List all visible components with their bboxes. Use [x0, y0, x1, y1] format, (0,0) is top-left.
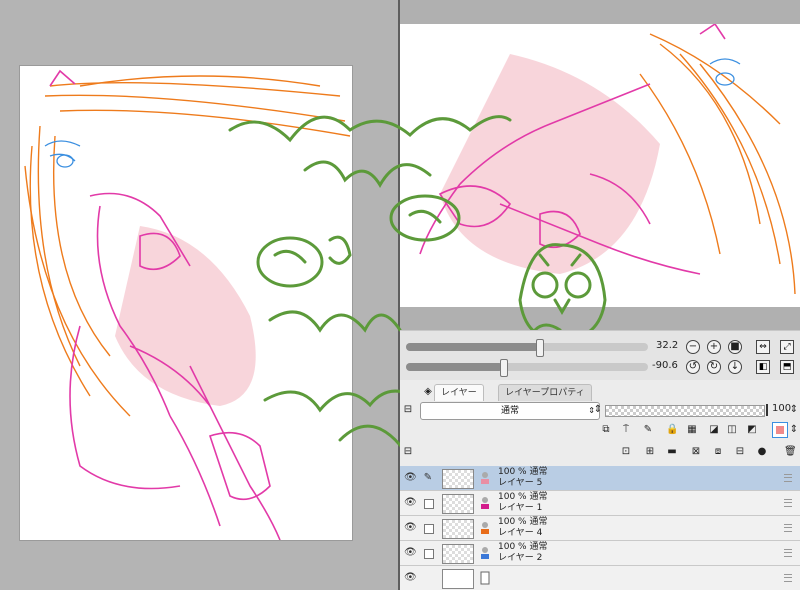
- blend-mode-select[interactable]: 通常 ⇕: [420, 402, 600, 420]
- rotation-slider-fill: [406, 363, 503, 371]
- pen-icon: ✎: [423, 472, 433, 483]
- navigator-panel: 32.2 − + ■ ⇔ ⤢ -90.6 ↺ ↻ ↓ ◧ ⬒: [400, 330, 800, 381]
- flip-horizontal-button[interactable]: ◧: [756, 360, 770, 374]
- flip-button[interactable]: ⇔: [756, 340, 770, 354]
- drag-handle-icon[interactable]: [784, 474, 792, 482]
- layer-meta: 100 % 通常: [498, 517, 548, 527]
- opacity-stepper-icon[interactable]: ⇕: [788, 404, 800, 416]
- layer-row[interactable]: 👁: [400, 566, 800, 590]
- create-mask-icon[interactable]: ●: [756, 446, 768, 458]
- drag-handle-icon[interactable]: [784, 549, 792, 557]
- merge-visible-icon[interactable]: ⊟: [734, 446, 746, 458]
- mask-enable-icon[interactable]: ◪: [708, 424, 720, 436]
- draft-layer-icon[interactable]: ✎: [642, 424, 654, 436]
- rotation-slider-knob[interactable]: [499, 359, 508, 377]
- rotation-slider[interactable]: [406, 359, 648, 377]
- layer-thumbnail: [442, 494, 474, 514]
- layers-panel: ◈ レイヤー レイヤープロパティ ⊟ 通常 ⇕ ⇕ 100 ⇕ ⧉ ⍑ ✎ 🔒 …: [400, 380, 800, 590]
- layer-color-swatch-icon[interactable]: [772, 422, 788, 438]
- zoom-out-button[interactable]: −: [686, 340, 700, 354]
- layer-color-icon: [480, 470, 490, 484]
- lock-icon[interactable]: 🔒: [666, 424, 678, 436]
- rotation-value[interactable]: -90.6: [652, 360, 678, 371]
- paper-layer-icon: [480, 570, 490, 585]
- layer-meta: 100 % 通常: [498, 467, 548, 477]
- blend-mode-icon: ⊟: [403, 404, 413, 415]
- stepper-arrows-icon[interactable]: ⇕: [592, 404, 604, 416]
- eye-icon[interactable]: 👁: [404, 472, 417, 484]
- zoom-slider[interactable]: [406, 339, 648, 357]
- layer-select-checkbox[interactable]: [424, 499, 434, 509]
- trash-icon[interactable]: 🗑: [784, 446, 797, 458]
- tab-layers[interactable]: レイヤー: [434, 384, 484, 401]
- new-folder-icon[interactable]: ▬: [666, 446, 678, 458]
- zoom-value[interactable]: 32.2: [656, 340, 678, 351]
- layer-meta: 100 % 通常: [498, 542, 548, 552]
- flip-vertical-button[interactable]: ⬒: [780, 360, 794, 374]
- layer-row[interactable]: 👁 100 % 通常 レイヤー 1: [400, 491, 800, 516]
- eye-icon[interactable]: 👁: [404, 497, 417, 509]
- layer-thumbnail: [442, 544, 474, 564]
- rotate-right-button[interactable]: ↻: [707, 360, 721, 374]
- fullscreen-button[interactable]: ⤢: [780, 340, 794, 354]
- layer-panel-icon: ◈: [424, 386, 432, 397]
- zoom-in-button[interactable]: +: [707, 340, 721, 354]
- layer-name[interactable]: レイヤー 4: [498, 528, 542, 539]
- merge-down-icon[interactable]: ⧈: [712, 446, 724, 458]
- drag-handle-icon[interactable]: [784, 574, 792, 582]
- transfer-down-icon[interactable]: ⊠: [690, 446, 702, 458]
- ruler-layer-icon[interactable]: ◫: [726, 424, 738, 436]
- rotate-left-button[interactable]: ↺: [686, 360, 700, 374]
- layer-meta: 100 % 通常: [498, 492, 548, 502]
- eye-icon[interactable]: 👁: [404, 547, 417, 559]
- eye-icon[interactable]: 👁: [404, 522, 417, 534]
- zoom-slider-knob[interactable]: [536, 339, 545, 357]
- clip-layer-icon[interactable]: ⧉: [600, 424, 612, 436]
- layer-select-checkbox[interactable]: [424, 549, 434, 559]
- panel-menu-icon[interactable]: ⊟: [402, 446, 414, 458]
- layer-row[interactable]: 👁 100 % 通常 レイヤー 2: [400, 541, 800, 566]
- new-raster-layer-icon[interactable]: ⊡: [620, 446, 632, 458]
- layer-name[interactable]: レイヤー 1: [498, 503, 542, 514]
- layer-row[interactable]: 👁 ✎ 100 % 通常 レイヤー 5: [400, 466, 800, 491]
- blend-mode-value: 通常: [500, 406, 519, 416]
- tab-layer-properties[interactable]: レイヤープロパティ: [498, 384, 592, 401]
- layer-thumbnail: [442, 469, 474, 489]
- layer-color-stepper-icon[interactable]: ⇕: [788, 424, 800, 436]
- new-vector-layer-icon[interactable]: ⊞: [644, 446, 656, 458]
- layer-color-icon[interactable]: ◩: [746, 424, 758, 436]
- fit-screen-button[interactable]: ■: [728, 340, 742, 354]
- zoom-slider-fill: [406, 343, 540, 351]
- drag-handle-icon[interactable]: [784, 499, 792, 507]
- opacity-slider[interactable]: [605, 405, 765, 417]
- drag-handle-icon[interactable]: [784, 524, 792, 532]
- lock-transparency-icon[interactable]: ▦: [686, 424, 698, 436]
- opacity-slider-knob[interactable]: [766, 404, 768, 416]
- layer-color-icon: [480, 545, 490, 559]
- layer-select-checkbox[interactable]: [424, 524, 434, 534]
- layer-color-icon: [480, 495, 490, 509]
- layer-color-icon: [480, 520, 490, 534]
- reference-layer-icon[interactable]: ⍑: [620, 424, 632, 436]
- layer-name[interactable]: レイヤー 5: [498, 478, 542, 489]
- swatch-fill: [776, 426, 784, 434]
- layer-thumbnail: [442, 519, 474, 539]
- layer-row[interactable]: 👁 100 % 通常 レイヤー 4: [400, 516, 800, 541]
- eye-icon[interactable]: 👁: [404, 572, 417, 584]
- layer-name[interactable]: レイヤー 2: [498, 553, 542, 564]
- layer-thumbnail: [442, 569, 474, 589]
- reset-rotation-button[interactable]: ↓: [728, 360, 742, 374]
